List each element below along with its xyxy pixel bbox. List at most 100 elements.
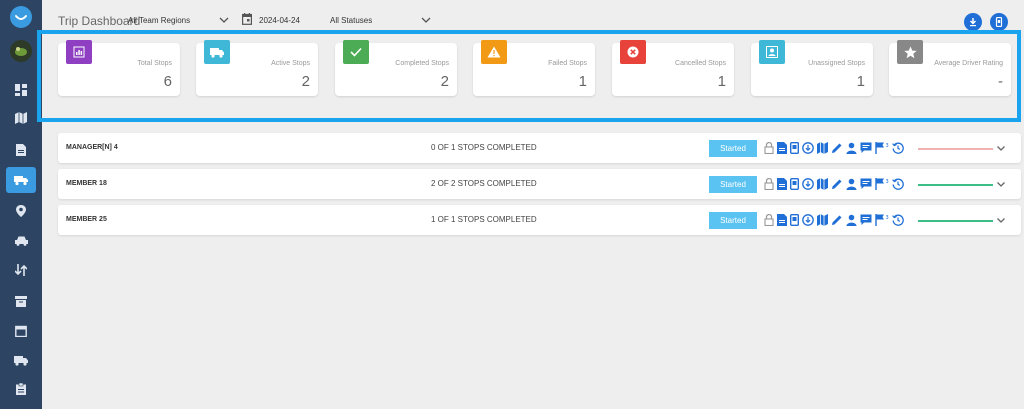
chat-icon[interactable]: [860, 142, 875, 154]
svg-text:3: 3: [886, 179, 889, 185]
status-badge: Started: [709, 140, 757, 157]
chevron-down-icon[interactable]: [421, 15, 431, 25]
stat-label: Total Stops: [137, 60, 172, 67]
stat-value: -: [998, 73, 1003, 90]
stat-card-total-stops: Total Stops 6: [58, 40, 180, 96]
truck-icon: [204, 40, 230, 64]
region-filter-select[interactable]: All Team Regions: [128, 16, 190, 25]
sidebar-item-trips[interactable]: [6, 167, 36, 193]
date-input[interactable]: 2024-04-24: [259, 16, 300, 25]
phone-icon[interactable]: [790, 214, 802, 226]
map-icon[interactable]: [817, 214, 831, 226]
download-icon: [969, 18, 977, 27]
sidebar-item-fleet[interactable]: [6, 347, 36, 373]
status-filter-select[interactable]: All Statuses: [330, 16, 372, 25]
edit-icon[interactable]: [831, 142, 846, 154]
export-button[interactable]: [990, 13, 1008, 31]
trip-actions: 3: [764, 141, 907, 155]
sidebar-item-reports[interactable]: [6, 376, 36, 402]
phone-icon: [995, 17, 1003, 27]
calendar-icon: [15, 325, 27, 337]
trip-row[interactable]: MEMBER 18 2 OF 2 STOPS COMPLETED Started…: [58, 169, 1021, 199]
trips-icon: [14, 176, 28, 186]
chevron-down-icon[interactable]: [996, 143, 1006, 153]
map-icon[interactable]: [817, 178, 831, 190]
person-icon[interactable]: [846, 214, 860, 226]
document-icon[interactable]: [777, 214, 790, 226]
flag-icon[interactable]: 3: [875, 142, 892, 154]
stat-value: 6: [163, 73, 172, 90]
history-icon[interactable]: [892, 214, 907, 226]
app-logo-icon[interactable]: [10, 6, 32, 28]
stat-card-unassigned-stops: Unassigned Stops 1: [751, 40, 873, 96]
history-icon[interactable]: [892, 142, 907, 154]
car-icon: [14, 236, 28, 246]
driver-name: MEMBER 25: [66, 216, 107, 223]
sidebar-item-documents[interactable]: [6, 137, 36, 163]
stat-value: 1: [856, 73, 865, 90]
swap-icon: [15, 264, 27, 276]
chevron-down-icon[interactable]: [996, 215, 1006, 225]
stops-progress: 1 OF 1 STOPS COMPLETED: [431, 215, 537, 224]
person-icon: [759, 40, 785, 64]
chat-icon[interactable]: [860, 178, 875, 190]
avatar[interactable]: [10, 40, 32, 62]
map-icon: [15, 112, 27, 124]
status-badge: Started: [709, 176, 757, 193]
lock-icon[interactable]: [764, 178, 777, 190]
person-icon[interactable]: [846, 142, 860, 154]
stat-label: Completed Stops: [395, 60, 449, 67]
sidebar-item-dashboard[interactable]: [6, 77, 36, 103]
stat-value: 2: [301, 73, 310, 90]
trip-row[interactable]: MEMBER 25 1 OF 1 STOPS COMPLETED Started…: [58, 205, 1021, 235]
chevron-down-icon[interactable]: [996, 179, 1006, 189]
stat-label: Active Stops: [271, 60, 310, 67]
stat-label: Unassigned Stops: [808, 60, 865, 67]
sidebar-item-map[interactable]: [6, 105, 36, 131]
sidebar-item-vehicles[interactable]: [6, 228, 36, 254]
clipboard-icon: [16, 383, 26, 395]
download-icon[interactable]: [802, 214, 817, 226]
sidebar-item-calendar[interactable]: [6, 318, 36, 344]
trip-actions: 3: [764, 213, 907, 227]
lock-icon[interactable]: [764, 142, 777, 154]
stat-card-active-stops: Active Stops 2: [196, 40, 318, 96]
progress-bar: [918, 220, 993, 222]
history-icon[interactable]: [892, 178, 907, 190]
cancel-icon: [620, 40, 646, 64]
phone-icon[interactable]: [790, 142, 802, 154]
document-icon[interactable]: [777, 142, 790, 154]
trip-actions: 3: [764, 177, 907, 191]
person-icon[interactable]: [846, 178, 860, 190]
phone-icon[interactable]: [790, 178, 802, 190]
dashboard-icon: [15, 84, 27, 96]
sidebar-item-locations[interactable]: [6, 198, 36, 224]
trip-row[interactable]: MANAGER[N] 4 0 OF 1 STOPS COMPLETED Star…: [58, 133, 1021, 163]
sidebar-item-transfers[interactable]: [6, 257, 36, 283]
chevron-down-icon[interactable]: [219, 15, 229, 25]
edit-icon[interactable]: [831, 214, 846, 226]
chat-icon[interactable]: [860, 214, 875, 226]
lock-icon[interactable]: [764, 214, 777, 226]
document-icon: [16, 144, 26, 156]
sidebar-item-archive[interactable]: [6, 288, 36, 314]
stat-card-cancelled-stops: Cancelled Stops 1: [612, 40, 734, 96]
document-icon[interactable]: [777, 178, 790, 190]
stat-label: Average Driver Rating: [934, 60, 1003, 67]
download-icon[interactable]: [802, 142, 817, 154]
location-pin-icon: [16, 205, 26, 217]
calendar-icon[interactable]: [242, 13, 252, 25]
progress-bar: [918, 184, 993, 186]
stat-value: 2: [440, 73, 449, 90]
download-icon[interactable]: [802, 178, 817, 190]
stat-label: Failed Stops: [548, 60, 587, 67]
stops-progress: 0 OF 1 STOPS COMPLETED: [431, 143, 537, 152]
flag-icon[interactable]: 3: [875, 214, 892, 226]
star-icon: [897, 40, 923, 64]
download-button[interactable]: [964, 13, 982, 31]
flag-icon[interactable]: 3: [875, 178, 892, 190]
edit-icon[interactable]: [831, 178, 846, 190]
driver-name: MANAGER[N] 4: [66, 144, 118, 151]
stat-card-completed-stops: Completed Stops 2: [335, 40, 457, 96]
map-icon[interactable]: [817, 142, 831, 154]
